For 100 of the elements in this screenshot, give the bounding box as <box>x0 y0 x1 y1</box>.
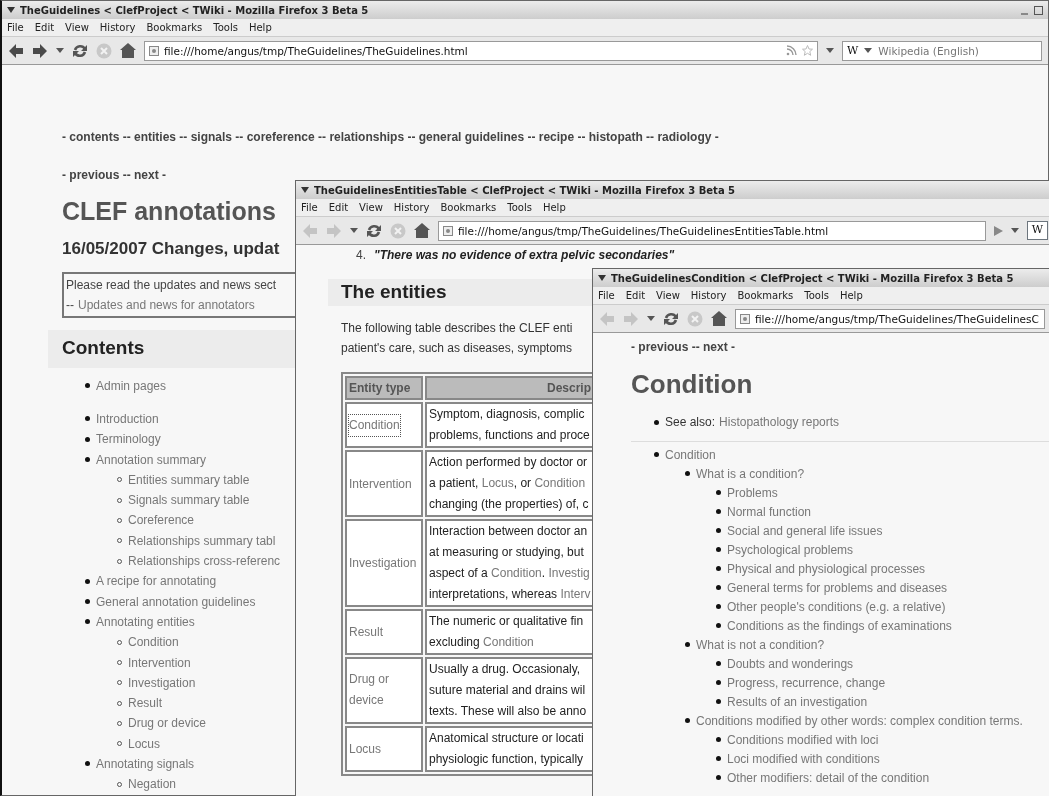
link[interactable]: Condition <box>128 633 179 652</box>
entity-type-link[interactable]: Locus <box>349 739 382 760</box>
link[interactable]: Relationships cross-referenc <box>128 552 281 570</box>
link[interactable]: Normal function <box>727 502 812 521</box>
caret-icon[interactable] <box>350 228 358 233</box>
menu-item[interactable]: History <box>99 22 136 33</box>
menu-item[interactable]: Tools <box>507 202 532 213</box>
pager-links[interactable]: - previous -- next - <box>62 166 166 184</box>
nav-links[interactable]: - contents -- entities -- signals -- coreference -- relationships -- general guidelines -- recipe -- histopath -- radiology - <box>62 128 719 146</box>
link[interactable]: Doubts and wonderings <box>727 654 854 673</box>
link[interactable]: Annotation summary <box>96 450 207 469</box>
link[interactable]: Annotating entities <box>96 612 195 631</box>
search-engine-button[interactable]: W <box>847 44 859 57</box>
link[interactable]: Conditions modified by other words: complex condition terms. <box>696 711 1023 730</box>
menu-item[interactable]: File <box>301 202 318 213</box>
caret-icon[interactable] <box>826 48 834 53</box>
menu-item[interactable]: Tools <box>213 22 238 33</box>
link[interactable]: Social and general life issues <box>727 521 883 540</box>
link[interactable]: Conditions as the findings of examinations <box>727 616 952 635</box>
link[interactable]: Physical and physiological processes <box>727 559 926 578</box>
entity-type-link[interactable]: Intervention <box>349 473 412 495</box>
link[interactable]: General terms for problems and diseases <box>727 578 948 597</box>
menu-item[interactable]: Bookmarks <box>440 202 497 213</box>
star-icon[interactable] <box>802 45 813 56</box>
link[interactable]: Investig <box>548 566 590 580</box>
window-menu-icon[interactable] <box>301 187 309 193</box>
entity-type-link[interactable]: Drug or device <box>349 668 419 711</box>
link[interactable]: Locus <box>128 734 161 753</box>
link[interactable]: Condition <box>665 445 716 464</box>
menu-item[interactable]: History <box>690 290 727 301</box>
menu-item[interactable]: Edit <box>34 22 55 33</box>
pager-links[interactable]: - previous -- next - <box>631 338 735 356</box>
link[interactable]: Conditions modified with loci <box>727 730 879 749</box>
reload-icon[interactable] <box>366 222 382 239</box>
home-icon[interactable] <box>414 223 430 238</box>
link[interactable]: Relationships summary tabl <box>128 531 276 550</box>
menu-item[interactable]: Bookmarks <box>146 22 203 33</box>
link[interactable]: Entities summary table <box>128 470 250 489</box>
menu-item[interactable]: View <box>65 22 89 33</box>
search-engine-button[interactable]: W <box>1026 221 1048 240</box>
link[interactable]: Updates and news for annotators <box>78 294 255 315</box>
search-field[interactable]: W Wikipedia (English) <box>842 40 1042 61</box>
url-field[interactable]: file:///home/angus/tmp/TheGuidelines/TheGuidelines.html <box>144 40 818 61</box>
link[interactable]: Condition <box>491 566 542 580</box>
go-icon[interactable] <box>993 225 1003 236</box>
reload-icon[interactable] <box>72 42 88 59</box>
link[interactable]: Locus <box>481 476 514 490</box>
forward-icon[interactable] <box>32 42 48 59</box>
menu-item[interactable]: View <box>359 202 383 213</box>
url-field[interactable]: file:///home/angus/tmp/TheGuidelines/TheGuidelinesEntitiesTable.html <box>438 220 986 241</box>
menu-item[interactable]: Help <box>248 22 272 33</box>
menu-item[interactable]: History <box>393 202 430 213</box>
caret-icon[interactable] <box>56 48 64 53</box>
link[interactable]: A recipe for annotating <box>96 572 217 591</box>
menu-item[interactable]: Tools <box>804 290 829 301</box>
link[interactable]: Terminology <box>96 430 161 449</box>
feed-icon[interactable] <box>786 45 797 56</box>
link[interactable]: Psychological problems <box>727 540 854 559</box>
menu-item[interactable]: Help <box>839 290 863 301</box>
link[interactable]: Negation <box>128 775 177 794</box>
link[interactable]: Intervention <box>128 653 191 672</box>
link[interactable]: Results of an investigation <box>727 692 868 711</box>
menu-item[interactable]: Help <box>542 202 566 213</box>
back-icon[interactable] <box>8 42 24 59</box>
maximize-icon[interactable] <box>1034 5 1043 15</box>
link[interactable]: Loci modified with conditions <box>727 749 880 768</box>
menu-item[interactable]: File <box>598 290 615 301</box>
link[interactable]: General annotation guidelines <box>96 592 256 611</box>
home-icon[interactable] <box>711 311 727 326</box>
menu-item[interactable]: View <box>656 290 680 301</box>
link[interactable]: Interv <box>560 587 591 601</box>
link[interactable]: Investigation <box>128 673 196 692</box>
menu-item[interactable]: File <box>7 22 24 33</box>
link[interactable]: Drug or device <box>128 714 207 733</box>
entity-type-link[interactable]: Result <box>349 622 383 643</box>
link[interactable]: Result <box>128 694 162 713</box>
link[interactable]: Condition <box>483 635 534 649</box>
menu-item[interactable]: Bookmarks <box>737 290 794 301</box>
link[interactable]: Signals summary table <box>128 491 250 510</box>
link[interactable]: Introduction <box>96 409 159 428</box>
link[interactable]: Condition <box>534 476 586 490</box>
link[interactable]: Problems <box>727 483 778 502</box>
link[interactable]: Annotating signals <box>96 755 195 773</box>
caret-icon[interactable] <box>864 48 873 53</box>
link[interactable]: Other modifiers: detail of the condition <box>727 768 930 787</box>
entity-type-link[interactable]: Condition <box>349 415 400 436</box>
reload-icon[interactable] <box>663 310 679 327</box>
caret-icon[interactable] <box>1010 228 1019 233</box>
menu-item[interactable]: Edit <box>328 202 349 213</box>
link[interactable]: What is not a condition? <box>696 635 825 654</box>
link[interactable]: What is a condition? <box>696 464 805 483</box>
link[interactable]: Histopathology reports <box>719 413 840 432</box>
link[interactable]: Progress, recurrence, change <box>727 673 886 692</box>
home-icon[interactable] <box>120 43 136 58</box>
url-field[interactable]: file:///home/angus/tmp/TheGuidelines/TheGuidelinesC <box>735 308 1045 329</box>
entity-type-link[interactable]: Investigation <box>349 553 417 574</box>
menu-item[interactable]: Edit <box>625 290 646 301</box>
window-menu-icon[interactable] <box>7 7 15 13</box>
window-menu-icon[interactable] <box>598 275 606 281</box>
link[interactable]: Coreference <box>128 511 195 530</box>
